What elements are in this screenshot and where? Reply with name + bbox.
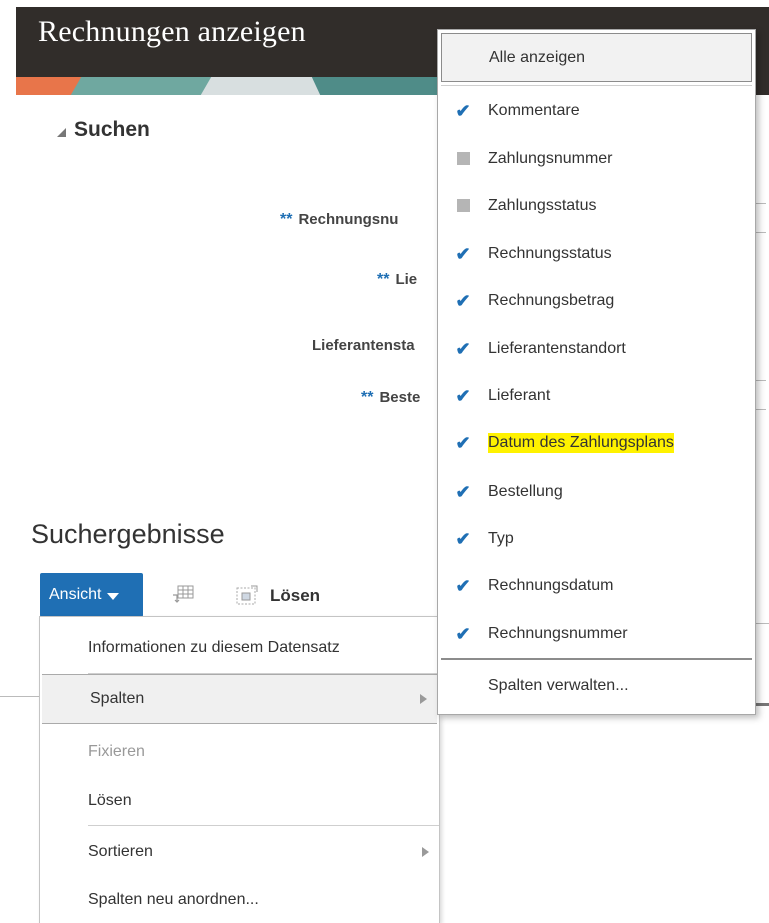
required-marker: **	[280, 211, 293, 228]
detach-button[interactable]: Lösen	[270, 586, 320, 606]
partial-square-icon	[456, 152, 470, 165]
columns-submenu: Alle anzeigen ✔ Kommentare Zahlungsnumme…	[437, 29, 756, 715]
freeze-columns-icon[interactable]	[172, 585, 194, 603]
column-item-rechnungsbetrag[interactable]: ✔ Rechnungsbetrag	[438, 277, 755, 324]
detach-icon[interactable]	[236, 585, 258, 605]
column-item-zahlungsstatus[interactable]: Zahlungsstatus	[438, 182, 755, 229]
submenu-arrow-icon	[422, 847, 429, 857]
checkmark-icon: ✔	[455, 243, 471, 264]
field-label-lieferantenstandort: Lieferantensta	[312, 337, 415, 354]
column-item-typ[interactable]: ✔ Typ	[438, 515, 755, 562]
field-label-rechnungsnummer: ** Rechnungsnu	[280, 211, 399, 228]
field-label-bestellung: ** Beste	[361, 389, 421, 406]
view-menu: Informationen zu diesem Datensatz Spalte…	[39, 616, 440, 923]
table-border	[0, 696, 40, 697]
checkmark-icon: ✔	[455, 338, 471, 359]
column-item-kommentare[interactable]: ✔ Kommentare	[438, 87, 755, 134]
results-toolbar: Ansicht Lösen	[40, 573, 320, 617]
menu-item-reorder-columns[interactable]: Spalten neu anordnen...	[40, 875, 439, 923]
menu-item-columns[interactable]: Spalten	[42, 674, 437, 724]
menu-item-detach[interactable]: Lösen	[40, 776, 439, 826]
column-item-datum-des-zahlungsplans[interactable]: ✔ Datum des Zahlungsplans	[438, 419, 755, 466]
checkmark-icon: ✔	[455, 385, 471, 406]
partial-square-icon	[456, 199, 470, 212]
checkmark-icon: ✔	[455, 623, 471, 644]
search-section-toggle[interactable]: Suchen	[57, 118, 150, 142]
menu-item-record-info[interactable]: Informationen zu diesem Datensatz	[40, 623, 439, 673]
search-section-title: Suchen	[74, 118, 150, 141]
collapse-triangle-icon[interactable]	[57, 127, 66, 137]
field-label-lieferant: ** Lie	[377, 271, 418, 288]
menu-item-manage-columns[interactable]: Spalten verwalten...	[438, 662, 755, 709]
menu-separator	[88, 825, 439, 826]
menu-item-show-all[interactable]: Alle anzeigen	[441, 33, 752, 82]
column-item-bestellung[interactable]: ✔ Bestellung	[438, 468, 755, 515]
page-title: Rechnungen anzeigen	[38, 15, 306, 48]
column-item-zahlungsnummer[interactable]: Zahlungsnummer	[438, 135, 755, 182]
column-item-lieferant[interactable]: ✔ Lieferant	[438, 372, 755, 419]
menu-separator	[441, 658, 752, 660]
required-marker: **	[377, 271, 390, 288]
menu-item-sort[interactable]: Sortieren	[40, 827, 439, 877]
highlighted-label: Datum des Zahlungsplans	[488, 432, 674, 453]
checkmark-icon: ✔	[455, 528, 471, 549]
table-scroll-edge	[756, 703, 769, 706]
menu-separator	[441, 85, 752, 86]
caret-down-icon	[107, 592, 120, 600]
checkmark-icon: ✔	[455, 100, 471, 121]
checkmark-icon: ✔	[455, 290, 471, 311]
menu-item-freeze: Fixieren	[88, 743, 145, 760]
checkmark-icon: ✔	[455, 575, 471, 596]
required-marker: **	[361, 389, 374, 406]
column-item-rechnungsnummer[interactable]: ✔ Rechnungsnummer	[438, 610, 755, 657]
checkmark-icon: ✔	[455, 432, 471, 453]
checkmark-icon: ✔	[455, 481, 471, 502]
column-item-rechnungsstatus[interactable]: ✔ Rechnungsstatus	[438, 230, 755, 277]
view-menu-button[interactable]: Ansicht	[40, 573, 143, 617]
submenu-arrow-icon	[420, 694, 427, 704]
column-item-rechnungsdatum[interactable]: ✔ Rechnungsdatum	[438, 562, 755, 609]
results-title: Suchergebnisse	[31, 519, 225, 549]
column-item-lieferantenstandort[interactable]: ✔ Lieferantenstandort	[438, 325, 755, 372]
view-button-label: Ansicht	[49, 586, 102, 603]
